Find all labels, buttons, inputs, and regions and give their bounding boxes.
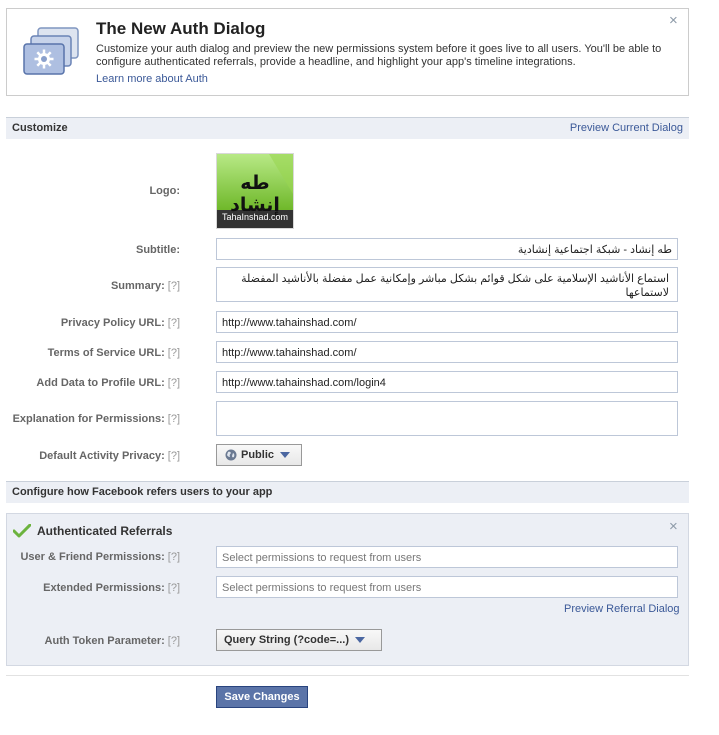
save-changes-button[interactable]: Save Changes [216, 686, 308, 708]
help-icon[interactable]: [?] [168, 347, 180, 359]
activity-privacy-dropdown[interactable]: Public [216, 444, 302, 466]
logo-label: Logo: [149, 185, 180, 197]
help-icon[interactable]: [?] [168, 413, 180, 425]
explanation-textarea[interactable] [216, 401, 678, 436]
extended-permissions-input[interactable]: Select permissions to request from users [216, 576, 678, 598]
auth-token-parameter-dropdown[interactable]: Query String (?code=...) [216, 629, 382, 651]
help-icon[interactable]: [?] [168, 450, 180, 462]
terms-of-service-label: Terms of Service URL: [?] [47, 347, 180, 359]
customize-title: Customize [12, 122, 68, 134]
checkmark-icon [12, 523, 32, 541]
privacy-policy-label: Privacy Policy URL: [?] [60, 317, 180, 329]
close-icon[interactable]: × [669, 519, 678, 534]
summary-textarea[interactable]: استماع الأناشيد الإسلامية على شكل قوائم … [216, 267, 678, 302]
help-icon[interactable]: [?] [168, 582, 180, 594]
explanation-label: Explanation for Permissions: [?] [12, 413, 180, 425]
help-icon[interactable]: [?] [168, 317, 180, 329]
globe-icon [225, 449, 237, 461]
auth-dialog-banner: The New Auth Dialog Customize your auth … [6, 8, 689, 96]
auth-token-parameter-label: Auth Token Parameter: [?] [44, 635, 180, 647]
banner-description: Customize your auth dialog and preview t… [96, 43, 662, 68]
configure-section-header: Configure how Facebook refers users to y… [6, 481, 689, 503]
extended-permissions-label: Extended Permissions: [?] [43, 582, 180, 594]
close-icon[interactable]: × [669, 13, 678, 28]
user-friend-permissions-label: User & Friend Permissions: [?] [20, 551, 180, 563]
divider [6, 675, 689, 676]
logo-caption: TahaInshad.com [221, 212, 289, 222]
add-data-profile-label: Add Data to Profile URL: [?] [36, 377, 180, 389]
terms-of-service-url-input[interactable]: http://www.tahainshad.com/ [216, 341, 678, 363]
help-icon[interactable]: [?] [168, 635, 180, 647]
preview-current-dialog-link[interactable]: Preview Current Dialog [570, 118, 683, 139]
subtitle-input[interactable]: طه إنشاد - شبكة اجتماعية إنشادية [216, 238, 678, 260]
preview-referral-dialog-link[interactable]: Preview Referral Dialog [564, 603, 680, 615]
summary-label: Summary: [?] [110, 280, 180, 292]
configure-title: Configure how Facebook refers users to y… [12, 486, 273, 498]
settings-dialog-icon [22, 26, 82, 86]
auth-token-parameter-value: Query String (?code=...) [224, 634, 349, 646]
learn-more-link[interactable]: Learn more about Auth [96, 73, 208, 85]
chevron-down-icon [280, 452, 291, 459]
activity-privacy-label: Default Activity Privacy: [?] [39, 450, 180, 462]
logo-arabic-text: طه إنشاد [230, 172, 280, 216]
app-logo[interactable]: طه إنشاد TahaInshad.com [216, 153, 294, 229]
authenticated-referrals-title: Authenticated Referrals [37, 524, 173, 538]
help-icon[interactable]: [?] [168, 377, 180, 389]
help-icon[interactable]: [?] [168, 280, 180, 292]
customize-section-header: Customize Preview Current Dialog [6, 117, 689, 139]
chevron-down-icon [355, 637, 365, 644]
help-icon[interactable]: [?] [168, 551, 180, 563]
privacy-policy-url-input[interactable]: http://www.tahainshad.com/ [216, 311, 678, 333]
banner-title: The New Auth Dialog [96, 19, 266, 38]
add-data-profile-url-input[interactable]: http://www.tahainshad.com/login4 [216, 371, 678, 393]
user-friend-permissions-input[interactable]: Select permissions to request from users [216, 546, 678, 568]
activity-privacy-value: Public [241, 449, 275, 461]
subtitle-label: Subtitle: [136, 244, 180, 256]
